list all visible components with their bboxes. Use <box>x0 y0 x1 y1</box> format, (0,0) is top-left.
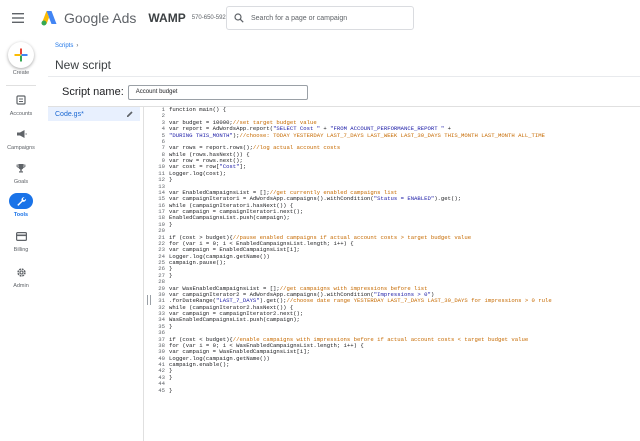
google-ads-logo[interactable]: Google Ads <box>40 10 136 26</box>
panel-divider <box>143 107 144 441</box>
hamburger-icon <box>12 13 24 23</box>
nav-goals-label: Goals <box>13 179 29 185</box>
nav-accounts-label: Accounts <box>9 111 33 117</box>
code-text: "DURING THIS_MONTH");//choose: TODAY YES… <box>169 131 545 139</box>
chevron-right-icon: › <box>76 43 79 49</box>
nav-admin-label: Admin <box>13 283 29 289</box>
nav-campaigns-label: Campaigns <box>7 145 35 151</box>
code-text: } <box>169 220 173 228</box>
plus-icon <box>14 48 28 62</box>
code-editor[interactable]: 1 function main() {2 3 var budget = 10000;/… <box>148 106 640 441</box>
code-text: } <box>169 373 173 381</box>
ads-logo-icon <box>41 11 57 26</box>
script-name-input[interactable]: Account budget <box>127 84 308 100</box>
code-text: } <box>169 386 173 394</box>
search-box[interactable]: Search for a page or campaign <box>226 6 414 30</box>
nav-billing[interactable]: Billing <box>0 228 42 260</box>
code-text: EnabledCampaignsList.push(campaign); <box>169 214 290 222</box>
nav-billing-label: Billing <box>13 247 29 253</box>
nav-campaigns[interactable]: Campaigns <box>0 126 42 158</box>
wrench-icon <box>9 193 33 209</box>
gear-icon <box>9 264 33 280</box>
search-input[interactable]: Search for a page or campaign <box>251 15 347 22</box>
code-text: } <box>169 271 173 279</box>
code-text: WasEnabledCampaignsList.push(campaign); <box>169 316 300 324</box>
breadcrumb-scripts-link[interactable]: Scripts <box>55 43 73 49</box>
create-label: Create <box>12 70 30 76</box>
pencil-icon[interactable] <box>126 110 134 118</box>
menu-button[interactable] <box>0 0 36 36</box>
accounts-icon <box>9 92 33 108</box>
code-text: function main() { <box>169 106 227 113</box>
trophy-icon <box>9 160 33 176</box>
rail-divider <box>6 85 36 86</box>
code-text: } <box>169 176 173 184</box>
product-name: Google Ads <box>64 10 137 26</box>
file-list-panel: Code.gs* <box>48 107 146 441</box>
nav-goals[interactable]: Goals <box>0 160 42 192</box>
code-text: campaign.pause(); <box>169 259 227 266</box>
code-text: campaign.enable(); <box>169 361 230 368</box>
top-bar: Google Ads WAMP 570-650-5923 Search for … <box>0 0 640 36</box>
script-name-label: Script name: <box>62 86 124 98</box>
create-button[interactable] <box>8 42 34 68</box>
search-icon <box>229 7 249 29</box>
script-name-row: Script name: Account budget <box>62 82 308 102</box>
credit-card-icon <box>9 228 33 244</box>
line-number: 45 <box>158 386 165 394</box>
file-item-code-gs[interactable]: Code.gs* <box>48 107 140 121</box>
page-title: New script <box>55 58 112 72</box>
breadcrumb: Scripts › <box>55 43 78 49</box>
account-name[interactable]: WAMP <box>148 11 185 25</box>
nav-tools-label: Tools <box>13 212 29 218</box>
script-editor-card: Script name: Account budget Code.gs* 1 fu… <box>48 76 640 441</box>
nav-accounts[interactable]: Accounts <box>0 92 42 124</box>
nav-admin[interactable]: Admin <box>0 264 42 296</box>
account-id: 570-650-5923 <box>191 15 230 21</box>
code-text: Logger.log(cost); <box>169 169 227 177</box>
megaphone-icon <box>9 126 33 142</box>
code-text: } <box>169 322 173 330</box>
file-name: Code.gs* <box>55 110 84 118</box>
nav-tools[interactable]: Tools <box>0 193 42 225</box>
code-line[interactable]: 45} <box>148 386 640 394</box>
left-nav-rail: Create Accounts Campaigns Goals Tools Bi… <box>0 36 42 440</box>
